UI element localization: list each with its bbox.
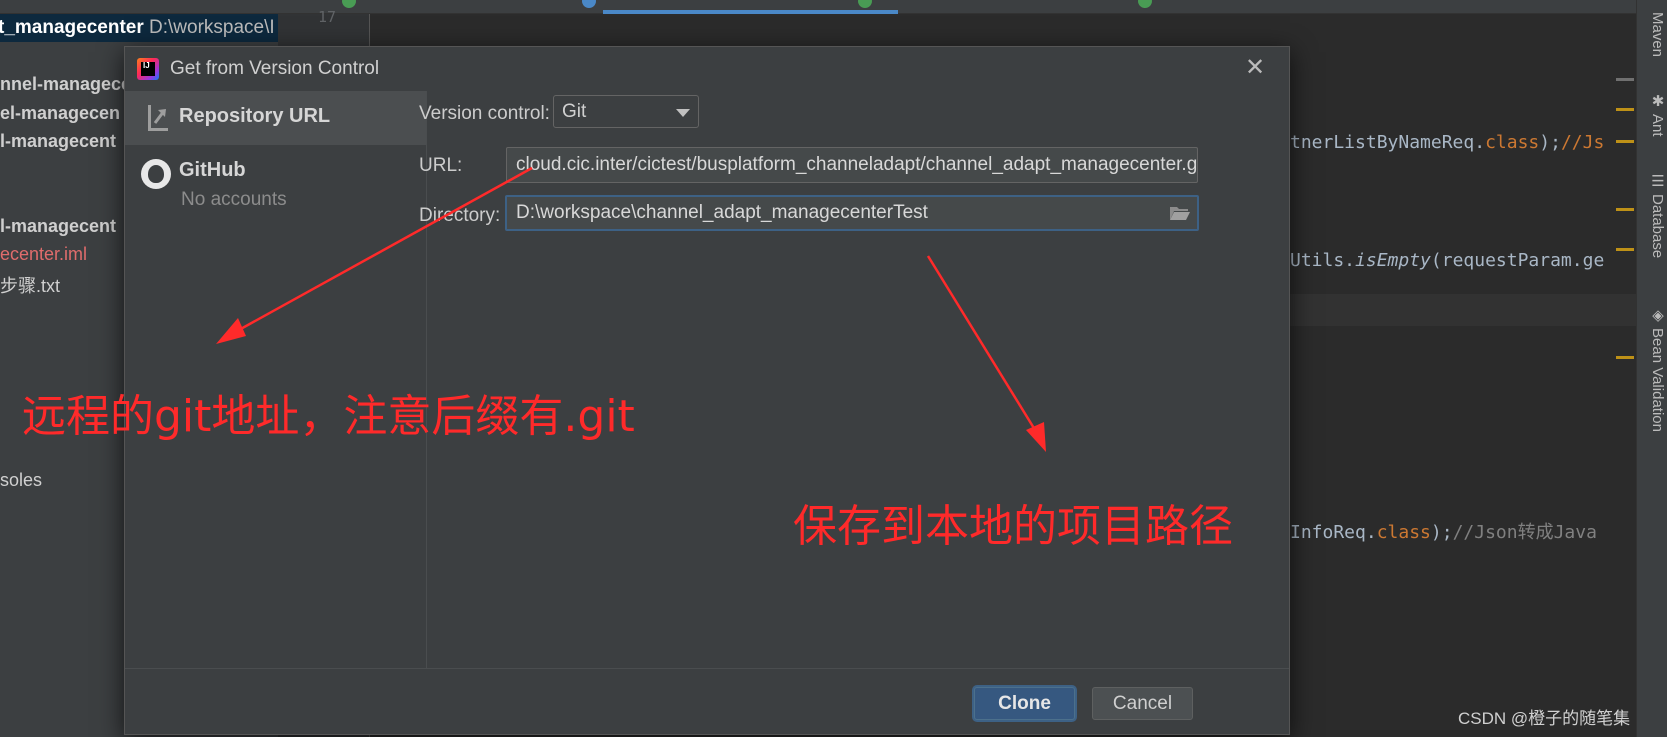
code-line: tnerListByNameReq.class);//Js <box>1290 132 1604 153</box>
code-keyword: class <box>1376 522 1431 543</box>
version-control-label: Version control: <box>419 103 550 124</box>
source-label: GitHub <box>179 159 246 181</box>
code-comment: //Js <box>1560 132 1605 153</box>
github-accounts-status: No accounts <box>181 189 287 210</box>
tree-item[interactable]: 步骤.txt <box>0 272 60 298</box>
tree-item[interactable]: nnel-managece <box>0 74 131 95</box>
code-token: Utils. <box>1290 250 1356 271</box>
tab-status-icon <box>1138 0 1152 8</box>
tool-tab-label: Maven <box>1649 12 1666 58</box>
bean-icon: ◈ <box>1649 306 1666 324</box>
url-label: URL: <box>419 155 463 176</box>
tab-status-icon <box>582 0 596 8</box>
project-root-path: D:\workspace\I <box>149 17 275 38</box>
directory-value: D:\workspace\channel_adapt_managecenterT… <box>516 202 928 223</box>
code-line: Utils.isEmpty(requestParam.ge <box>1290 250 1604 271</box>
project-root[interactable]: t_managecenter D:\workspace\I <box>0 14 278 42</box>
warning-stripe-mark[interactable] <box>1616 248 1634 251</box>
directory-input[interactable]: D:\workspace\channel_adapt_managecenterT… <box>505 195 1199 231</box>
tree-item[interactable]: soles <box>0 470 42 491</box>
dialog-title-bar[interactable]: IJ Get from Version Control ✕ <box>125 47 1289 91</box>
code-comment: //Json转成Java <box>1452 522 1597 543</box>
error-stripe-mark <box>1616 78 1634 81</box>
screen: t_managecenter D:\workspace\I nnel-manag… <box>0 0 1667 737</box>
warning-stripe-mark[interactable] <box>1616 356 1634 359</box>
csdn-watermark: CSDN @橙子的随笔集 <box>1458 709 1631 728</box>
tool-tab-label: Ant <box>1649 114 1666 137</box>
chevron-down-icon <box>676 109 690 117</box>
tool-tab-label: Bean Validation <box>1649 328 1666 432</box>
right-tool-strip: Maven ✱ Ant ☰ Database ◈ Bean Validation <box>1636 0 1667 737</box>
tree-item[interactable]: l-managecent <box>0 216 116 237</box>
line-number: 17 <box>318 8 337 26</box>
source-label: Repository URL <box>179 105 331 127</box>
warning-stripe-mark[interactable] <box>1616 108 1634 111</box>
annotation-remote-git: 远程的git地址，注意后缀有.git <box>22 391 635 442</box>
code-method: isEmpty <box>1355 250 1431 271</box>
code-token: InfoReq. <box>1290 522 1377 543</box>
dialog-footer: Clone Cancel <box>125 668 1289 734</box>
url-input[interactable]: cloud.cic.inter/cictest/busplatform_chan… <box>506 147 1198 183</box>
tree-item[interactable]: l-managecent <box>0 131 116 152</box>
clone-button[interactable]: Clone <box>974 687 1075 720</box>
code-token: tnerListByNameReq. <box>1290 132 1486 153</box>
version-control-value: Git <box>562 101 587 122</box>
editor-scrollbar[interactable] <box>1614 14 1636 737</box>
code-token: ); <box>1430 522 1453 543</box>
tool-tab-label: Database <box>1649 194 1666 259</box>
annotation-local-path: 保存到本地的项目路径 <box>793 501 1233 552</box>
tool-tab-bean-validation[interactable]: ◈ Bean Validation <box>1639 306 1666 432</box>
tool-tab-ant[interactable]: ✱ Ant <box>1639 92 1666 137</box>
repository-icon <box>148 105 168 131</box>
directory-label: Directory: <box>419 205 501 226</box>
ant-icon: ✱ <box>1649 92 1666 110</box>
folder-open-icon[interactable] <box>1169 205 1191 221</box>
cancel-button[interactable]: Cancel <box>1092 687 1193 720</box>
dialog-title: Get from Version Control <box>170 58 380 79</box>
warning-stripe-mark[interactable] <box>1616 140 1634 143</box>
code-token: (requestParam.ge <box>1430 250 1605 271</box>
code-keyword: class <box>1485 132 1540 153</box>
database-icon: ☰ <box>1649 172 1666 190</box>
tool-tab-maven[interactable]: Maven <box>1639 12 1666 57</box>
url-value: cloud.cic.inter/cictest/busplatform_chan… <box>516 154 1198 175</box>
version-control-select[interactable]: Git <box>553 95 699 128</box>
tree-item[interactable]: el-managecen <box>0 103 120 124</box>
project-root-name: t_managecenter <box>0 17 144 38</box>
tab-status-icon <box>858 0 872 8</box>
tool-tab-database[interactable]: ☰ Database <box>1639 172 1666 258</box>
source-item-github[interactable]: GitHub No accounts <box>125 145 426 215</box>
warning-stripe-mark[interactable] <box>1616 208 1634 211</box>
close-icon[interactable]: ✕ <box>1242 55 1268 81</box>
code-line: InfoReq.class);//Json转成Java <box>1290 518 1597 544</box>
tree-item[interactable]: ecenter.iml <box>0 244 87 265</box>
editor-tab-bar <box>0 0 1667 14</box>
source-item-repository-url[interactable]: Repository URL <box>125 91 426 145</box>
intellij-logo-icon: IJ <box>137 58 159 80</box>
code-token: ); <box>1539 132 1561 153</box>
tab-status-icon <box>342 0 356 8</box>
github-icon <box>141 159 171 189</box>
